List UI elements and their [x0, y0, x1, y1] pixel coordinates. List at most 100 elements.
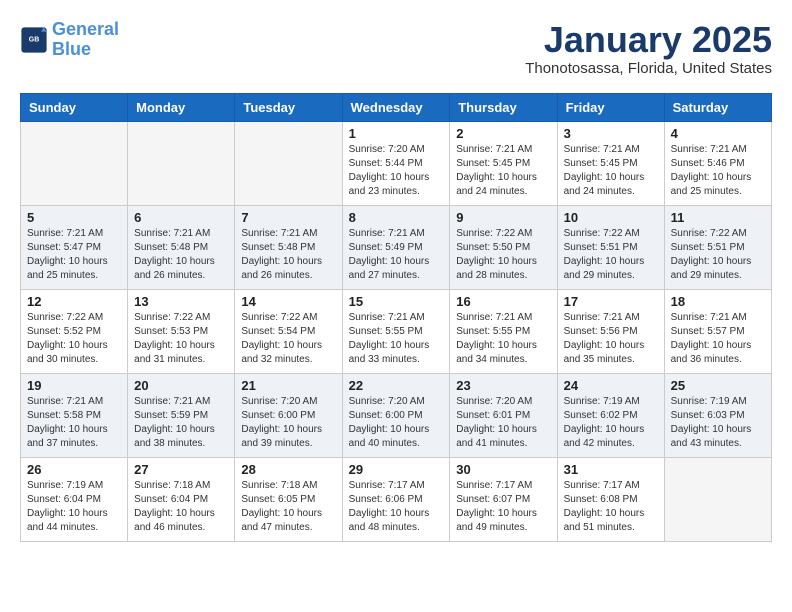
day-info: Sunrise: 7:18 AM Sunset: 6:04 PM Dayligh… — [134, 479, 228, 535]
calendar-cell: 12 Sunrise: 7:22 AM Sunset: 5:52 PM Dayli… — [21, 289, 128, 373]
day-number: 24 — [564, 378, 658, 393]
calendar-cell: 6 Sunrise: 7:21 AM Sunset: 5:48 PM Daylig… — [128, 205, 235, 289]
day-number: 9 — [456, 210, 550, 225]
calendar-cell: 17Sunrise: 7:21 AM Sunset: 5:56 PM Dayli… — [557, 289, 664, 373]
day-info: Sunrise: 7:22 AM Sunset: 5:51 PM Dayligh… — [671, 227, 765, 283]
day-info: Sunrise: 7:21 AM Sunset: 5:58 PM Dayligh… — [27, 395, 121, 451]
calendar-header-row: SundayMondayTuesdayWednesdayThursdayFrid… — [21, 93, 772, 121]
logo-line1: General — [52, 19, 119, 39]
day-number: 8 — [349, 210, 444, 225]
header-saturday: Saturday — [664, 93, 771, 121]
calendar-table: SundayMondayTuesdayWednesdayThursdayFrid… — [20, 93, 772, 542]
calendar-cell: 1 Sunrise: 7:20 AM Sunset: 5:44 PM Daylig… — [342, 121, 450, 205]
day-number: 16 — [456, 294, 550, 309]
day-number: 4 — [671, 126, 765, 141]
day-info: Sunrise: 7:19 AM Sunset: 6:02 PM Dayligh… — [564, 395, 658, 451]
day-number: 27 — [134, 462, 228, 477]
day-info: Sunrise: 7:17 AM Sunset: 6:07 PM Dayligh… — [456, 479, 550, 535]
day-number: 23 — [456, 378, 550, 393]
day-number: 12 — [27, 294, 121, 309]
day-number: 30 — [456, 462, 550, 477]
day-info: Sunrise: 7:22 AM Sunset: 5:53 PM Dayligh… — [134, 311, 228, 367]
day-number: 2 — [456, 126, 550, 141]
day-info: Sunrise: 7:21 AM Sunset: 5:46 PM Dayligh… — [671, 143, 765, 199]
calendar-cell: 22 Sunrise: 7:20 AM Sunset: 6:00 PM Dayli… — [342, 373, 450, 457]
calendar-cell: 29 Sunrise: 7:17 AM Sunset: 6:06 PM Dayli… — [342, 457, 450, 541]
header-thursday: Thursday — [450, 93, 557, 121]
calendar-cell: 20 Sunrise: 7:21 AM Sunset: 5:59 PM Dayli… — [128, 373, 235, 457]
day-number: 3 — [564, 126, 658, 141]
day-info: Sunrise: 7:21 AM Sunset: 5:45 PM Dayligh… — [456, 143, 550, 199]
day-info: Sunrise: 7:20 AM Sunset: 6:00 PM Dayligh… — [241, 395, 335, 451]
calendar-week-5: 26 Sunrise: 7:19 AM Sunset: 6:04 PM Dayli… — [21, 457, 772, 541]
calendar-cell: 11 Sunrise: 7:22 AM Sunset: 5:51 PM Dayli… — [664, 205, 771, 289]
calendar-week-2: 5Sunrise: 7:21 AM Sunset: 5:47 PM Daylig… — [21, 205, 772, 289]
day-number: 6 — [134, 210, 228, 225]
location-subtitle: Thonotosassa, Florida, United States — [525, 60, 772, 77]
day-number: 22 — [349, 378, 444, 393]
svg-text:GB: GB — [29, 36, 40, 43]
day-number: 31 — [564, 462, 658, 477]
day-info: Sunrise: 7:21 AM Sunset: 5:55 PM Dayligh… — [456, 311, 550, 367]
day-info: Sunrise: 7:17 AM Sunset: 6:08 PM Dayligh… — [564, 479, 658, 535]
day-info: Sunrise: 7:21 AM Sunset: 5:47 PM Dayligh… — [27, 227, 121, 283]
day-info: Sunrise: 7:21 AM Sunset: 5:48 PM Dayligh… — [241, 227, 335, 283]
day-number: 21 — [241, 378, 335, 393]
calendar-cell: 15Sunrise: 7:21 AM Sunset: 5:55 PM Dayli… — [342, 289, 450, 373]
day-number: 29 — [349, 462, 444, 477]
calendar-cell: 2 Sunrise: 7:21 AM Sunset: 5:45 PM Daylig… — [450, 121, 557, 205]
day-info: Sunrise: 7:20 AM Sunset: 6:00 PM Dayligh… — [349, 395, 444, 451]
day-number: 7 — [241, 210, 335, 225]
calendar-cell: 19Sunrise: 7:21 AM Sunset: 5:58 PM Dayli… — [21, 373, 128, 457]
day-info: Sunrise: 7:18 AM Sunset: 6:05 PM Dayligh… — [241, 479, 335, 535]
day-info: Sunrise: 7:20 AM Sunset: 5:44 PM Dayligh… — [349, 143, 444, 199]
day-number: 14 — [241, 294, 335, 309]
day-info: Sunrise: 7:22 AM Sunset: 5:51 PM Dayligh… — [564, 227, 658, 283]
calendar-cell: 23 Sunrise: 7:20 AM Sunset: 6:01 PM Dayli… — [450, 373, 557, 457]
logo-icon: GB — [20, 26, 48, 54]
logo-text: General Blue — [52, 20, 119, 60]
header-monday: Monday — [128, 93, 235, 121]
calendar-week-1: 1 Sunrise: 7:20 AM Sunset: 5:44 PM Daylig… — [21, 121, 772, 205]
day-info: Sunrise: 7:21 AM Sunset: 5:45 PM Dayligh… — [564, 143, 658, 199]
calendar-cell — [128, 121, 235, 205]
calendar-cell: 26 Sunrise: 7:19 AM Sunset: 6:04 PM Dayli… — [21, 457, 128, 541]
page-header: GB General Blue January 2025 Thonotosass… — [20, 20, 772, 77]
calendar-cell — [21, 121, 128, 205]
day-info: Sunrise: 7:21 AM Sunset: 5:48 PM Dayligh… — [134, 227, 228, 283]
calendar-cell: 16 Sunrise: 7:21 AM Sunset: 5:55 PM Dayli… — [450, 289, 557, 373]
day-number: 20 — [134, 378, 228, 393]
calendar-cell: 14Sunrise: 7:22 AM Sunset: 5:54 PM Dayli… — [235, 289, 342, 373]
calendar-cell: 3 Sunrise: 7:21 AM Sunset: 5:45 PM Daylig… — [557, 121, 664, 205]
calendar-cell: 18Sunrise: 7:21 AM Sunset: 5:57 PM Dayli… — [664, 289, 771, 373]
day-info: Sunrise: 7:17 AM Sunset: 6:06 PM Dayligh… — [349, 479, 444, 535]
day-number: 10 — [564, 210, 658, 225]
day-info: Sunrise: 7:22 AM Sunset: 5:52 PM Dayligh… — [27, 311, 121, 367]
day-number: 1 — [349, 126, 444, 141]
day-info: Sunrise: 7:21 AM Sunset: 5:59 PM Dayligh… — [134, 395, 228, 451]
calendar-week-4: 19Sunrise: 7:21 AM Sunset: 5:58 PM Dayli… — [21, 373, 772, 457]
day-info: Sunrise: 7:21 AM Sunset: 5:56 PM Dayligh… — [564, 311, 658, 367]
logo-line2: Blue — [52, 39, 91, 59]
day-number: 28 — [241, 462, 335, 477]
day-info: Sunrise: 7:21 AM Sunset: 5:57 PM Dayligh… — [671, 311, 765, 367]
month-title: January 2025 — [525, 20, 772, 60]
day-info: Sunrise: 7:20 AM Sunset: 6:01 PM Dayligh… — [456, 395, 550, 451]
day-number: 26 — [27, 462, 121, 477]
calendar-cell: 27 Sunrise: 7:18 AM Sunset: 6:04 PM Dayli… — [128, 457, 235, 541]
day-number: 11 — [671, 210, 765, 225]
calendar-cell: 9Sunrise: 7:22 AM Sunset: 5:50 PM Daylig… — [450, 205, 557, 289]
calendar-cell: 13Sunrise: 7:22 AM Sunset: 5:53 PM Dayli… — [128, 289, 235, 373]
header-friday: Friday — [557, 93, 664, 121]
calendar-week-3: 12 Sunrise: 7:22 AM Sunset: 5:52 PM Dayli… — [21, 289, 772, 373]
day-info: Sunrise: 7:19 AM Sunset: 6:04 PM Dayligh… — [27, 479, 121, 535]
calendar-cell: 28 Sunrise: 7:18 AM Sunset: 6:05 PM Dayli… — [235, 457, 342, 541]
day-info: Sunrise: 7:21 AM Sunset: 5:55 PM Dayligh… — [349, 311, 444, 367]
calendar-cell: 10 Sunrise: 7:22 AM Sunset: 5:51 PM Dayli… — [557, 205, 664, 289]
calendar-cell: 7 Sunrise: 7:21 AM Sunset: 5:48 PM Daylig… — [235, 205, 342, 289]
calendar-cell: 30 Sunrise: 7:17 AM Sunset: 6:07 PM Dayli… — [450, 457, 557, 541]
calendar-cell: 21 Sunrise: 7:20 AM Sunset: 6:00 PM Dayli… — [235, 373, 342, 457]
calendar-cell: 25Sunrise: 7:19 AM Sunset: 6:03 PM Dayli… — [664, 373, 771, 457]
day-info: Sunrise: 7:21 AM Sunset: 5:49 PM Dayligh… — [349, 227, 444, 283]
day-info: Sunrise: 7:19 AM Sunset: 6:03 PM Dayligh… — [671, 395, 765, 451]
